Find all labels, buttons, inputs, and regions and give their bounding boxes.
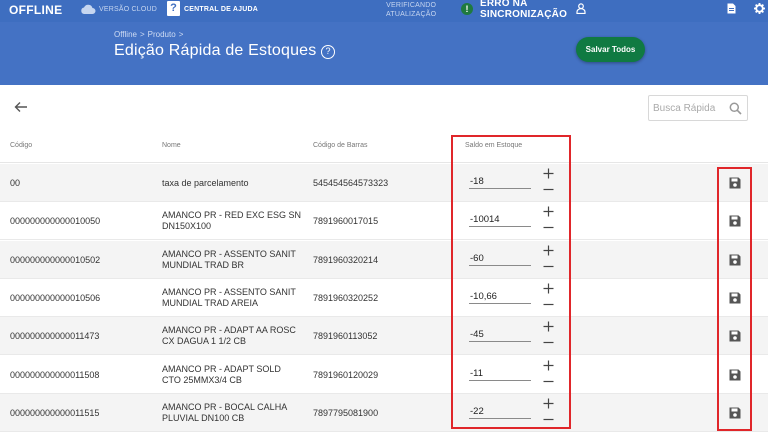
row-code: 000000000000010502	[10, 255, 101, 265]
save-icon[interactable]	[729, 254, 741, 266]
sync-status-icon: !	[461, 3, 473, 15]
decrement-icon[interactable]	[543, 376, 554, 387]
sync-error-status[interactable]: ERRO NA SINCRONIZAÇÃO	[480, 0, 567, 20]
increment-icon[interactable]	[543, 360, 554, 371]
gear-icon[interactable]	[754, 3, 765, 14]
update-check-status: VERIFICANDO ATUALIZAÇÃO	[386, 1, 436, 19]
decrement-icon[interactable]	[543, 299, 554, 310]
save-icon[interactable]	[729, 330, 741, 342]
increment-icon[interactable]	[543, 283, 554, 294]
row-name: taxa de parcelamento	[162, 178, 249, 188]
page-title: Edição Rápida de Estoques	[114, 42, 317, 59]
table-row: 000000000000010050 AMANCO PR - RED EXC ES…	[0, 202, 768, 240]
column-header-code[interactable]: Código	[10, 142, 32, 149]
cloud-icon[interactable]	[80, 3, 96, 15]
stock-input[interactable]	[469, 327, 531, 342]
row-code: 000000000000011515	[10, 408, 100, 418]
brand-offline[interactable]: OFFLINE	[9, 3, 62, 17]
search-icon[interactable]	[729, 102, 742, 115]
row-name: AMANCO PR - RED EXC ESG SN DN150X100	[162, 210, 302, 231]
stock-input[interactable]	[469, 251, 531, 266]
document-icon[interactable]	[727, 3, 736, 14]
increment-icon[interactable]	[543, 168, 554, 179]
row-code: 00	[10, 178, 21, 188]
stock-input[interactable]	[469, 366, 531, 381]
increment-icon[interactable]	[543, 245, 554, 256]
decrement-icon[interactable]	[543, 184, 554, 195]
update-check-line1: VERIFICANDO	[386, 2, 437, 9]
row-code: 000000000000011508	[10, 370, 100, 380]
table-row: 000000000000011508 AMANCO PR - ADAPT SOLD…	[0, 356, 768, 394]
row-barcode: 7891960320252	[313, 293, 379, 303]
table-row: 000000000000010506 AMANCO PR - ASSENTO SA…	[0, 279, 768, 317]
increment-icon[interactable]	[543, 206, 554, 217]
stock-card: Código Nome Código de Barras Saldo em Es…	[0, 85, 768, 433]
column-header-stock[interactable]: Saldo em Estoque	[465, 142, 522, 149]
table-row: 000000000000010502 AMANCO PR - ASSENTO SA…	[0, 241, 768, 279]
save-icon[interactable]	[729, 407, 741, 419]
decrement-icon[interactable]	[543, 337, 554, 348]
decrement-icon[interactable]	[543, 261, 554, 272]
breadcrumb-produto[interactable]: Produto	[148, 30, 176, 39]
help-center-link[interactable]: CENTRAL DE AJUDA	[184, 6, 258, 13]
table-row: 00 taxa de parcelamento 545454564573323	[0, 164, 768, 202]
row-code: 000000000000010506	[10, 293, 101, 303]
column-header-name[interactable]: Nome	[162, 142, 181, 149]
increment-icon[interactable]	[543, 321, 554, 332]
row-barcode: 7891960113052	[313, 331, 378, 341]
row-barcode: 7891960120029	[313, 370, 379, 380]
help-icon[interactable]: ?	[167, 1, 180, 16]
user-icon[interactable]	[576, 3, 586, 14]
sync-error-line1: ERRO NA	[480, 0, 528, 9]
stock-input[interactable]	[469, 404, 531, 419]
quick-search	[648, 95, 748, 121]
column-header-barcode[interactable]: Código de Barras	[313, 142, 367, 149]
row-barcode: 7891960320214	[313, 255, 379, 265]
increment-icon[interactable]	[543, 398, 554, 409]
save-all-button[interactable]: Salvar Todos	[576, 37, 645, 62]
stock-input[interactable]	[469, 212, 531, 227]
question-circle-icon[interactable]: ?	[321, 45, 335, 59]
save-icon[interactable]	[729, 177, 741, 189]
table-row: 000000000000011515 AMANCO PR - BOCAL CALH…	[0, 394, 768, 432]
update-check-line2: ATUALIZAÇÃO	[386, 11, 437, 18]
breadcrumb-separator: >	[178, 30, 184, 39]
top-bar: OFFLINE VERSÃO CLOUD ? CENTRAL DE AJUDA …	[0, 0, 768, 22]
decrement-icon[interactable]	[543, 414, 554, 425]
back-arrow-icon[interactable]	[14, 101, 28, 113]
row-barcode: 545454564573323	[313, 178, 389, 188]
decrement-icon[interactable]	[543, 222, 554, 233]
stock-input[interactable]	[469, 174, 531, 189]
save-icon[interactable]	[729, 215, 741, 227]
cloud-version-link[interactable]: VERSÃO CLOUD	[99, 6, 157, 13]
page-header: Offline > Produto > Edição Rápida de Estoqu…	[0, 22, 768, 85]
stock-input[interactable]	[469, 289, 531, 304]
row-name: AMANCO PR - BOCAL CALHA PLUVIAL DN100 CB	[162, 402, 287, 423]
row-code: 000000000000011473	[10, 331, 100, 341]
breadcrumb: Offline > Produto >	[114, 30, 186, 39]
row-name: AMANCO PR - ASSENTO SANIT MUNDIAL TRAD B…	[162, 249, 296, 270]
row-code: 000000000000010050	[10, 216, 101, 226]
quick-search-input[interactable]	[653, 100, 725, 117]
sync-error-line2: SINCRONIZAÇÃO	[480, 9, 568, 20]
table-row: 000000000000011473 AMANCO PR - ADAPT AA R…	[0, 317, 768, 355]
save-icon[interactable]	[729, 369, 741, 381]
row-name: AMANCO PR - ADAPT SOLD CTO 25MMX3/4 CB	[162, 364, 281, 385]
row-barcode: 7897795081900	[313, 408, 379, 418]
row-name: AMANCO PR - ASSENTO SANIT MUNDIAL TRAD A…	[162, 287, 296, 308]
row-barcode: 7891960017015	[313, 216, 379, 226]
table-header: Código Nome Código de Barras Saldo em Es…	[0, 130, 768, 163]
breadcrumb-offline[interactable]: Offline	[114, 30, 137, 39]
row-name: AMANCO PR - ADAPT AA ROSC CX DAGUA 1 1/2…	[162, 325, 296, 346]
breadcrumb-separator: >	[139, 30, 145, 39]
save-icon[interactable]	[729, 292, 741, 304]
